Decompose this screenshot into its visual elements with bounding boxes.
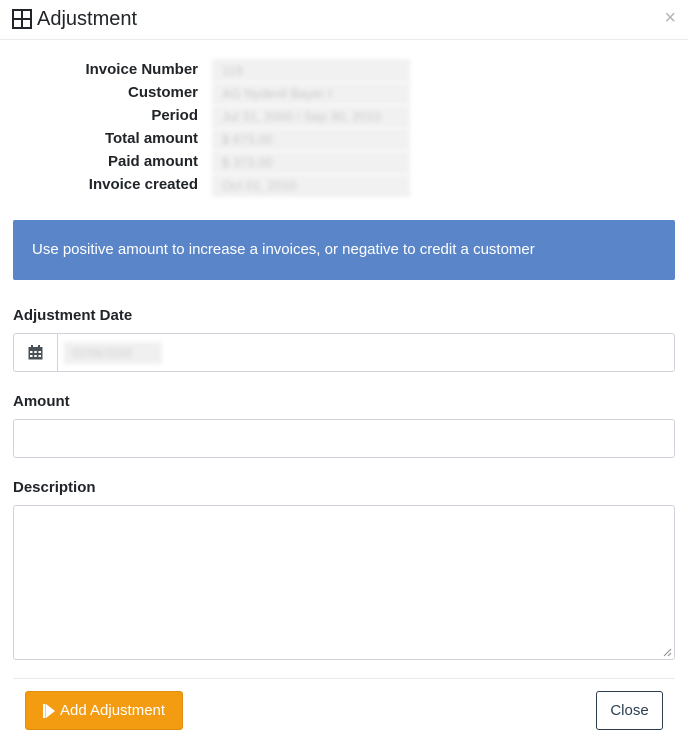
amount-label: Amount bbox=[13, 393, 70, 410]
info-row-customer: Customer AG Nydevil Bayer I bbox=[0, 82, 420, 105]
modal-title: Adjustment bbox=[37, 8, 138, 30]
modal-header: Adjustment × bbox=[0, 0, 688, 40]
info-label: Invoice Number bbox=[85, 61, 198, 78]
info-label: Period bbox=[151, 107, 198, 124]
close-icon[interactable]: × bbox=[664, 8, 676, 28]
info-row-invoice-created: Invoice created Oct 01, 2010 bbox=[0, 174, 420, 197]
info-label: Total amount bbox=[104, 130, 198, 147]
calendar-icon bbox=[28, 345, 43, 360]
description-textarea[interactable] bbox=[13, 505, 675, 660]
info-label: Customer bbox=[127, 84, 198, 101]
info-value: AG Nydevil Bayer I bbox=[212, 82, 410, 105]
adjustment-date-input[interactable]: 02/06/2020 bbox=[57, 333, 675, 372]
date-addon[interactable] bbox=[13, 333, 57, 372]
info-label: Paid amount bbox=[107, 153, 198, 170]
info-value: Jul 31, 2000 / Sep 30, 2010 bbox=[212, 105, 410, 128]
info-value: 119 bbox=[212, 59, 410, 82]
info-row-invoice-number: Invoice Number 119 bbox=[0, 59, 420, 82]
info-value: Oct 01, 2010 bbox=[212, 174, 410, 197]
add-adjustment-label: Add Adjustment bbox=[60, 702, 166, 719]
info-value: $ 373.00 bbox=[212, 151, 410, 174]
add-adjustment-button[interactable]: Add Adjustment bbox=[25, 691, 183, 730]
amount-input[interactable] bbox=[13, 419, 675, 458]
info-alert: Use positive amount to increase a invoic… bbox=[13, 220, 675, 280]
description-label: Description bbox=[13, 479, 96, 496]
info-row-paid-amount: Paid amount $ 373.00 bbox=[0, 151, 420, 174]
step-forward-icon bbox=[43, 704, 55, 718]
info-row-total-amount: Total amount $ 673.00 bbox=[0, 128, 420, 151]
footer-divider bbox=[13, 678, 675, 679]
adjustment-date-label: Adjustment Date bbox=[13, 307, 133, 324]
grid-icon bbox=[12, 9, 32, 29]
info-value: $ 673.00 bbox=[212, 128, 410, 151]
info-label: Invoice created bbox=[88, 176, 198, 193]
resize-grip-icon[interactable] bbox=[663, 648, 672, 657]
close-button[interactable]: Close bbox=[596, 691, 663, 730]
info-row-period: Period Jul 31, 2000 / Sep 30, 2010 bbox=[0, 105, 420, 128]
date-value: 02/06/2020 bbox=[64, 342, 162, 364]
